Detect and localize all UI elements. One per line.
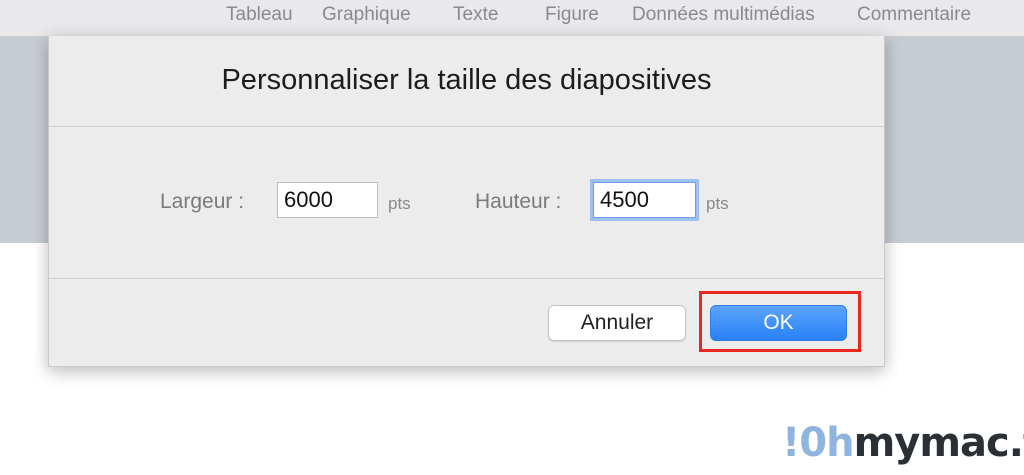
- toolbar-item-texte[interactable]: Texte: [453, 4, 498, 26]
- toolbar: Tableau Graphique Texte Figure Données m…: [0, 0, 1024, 36]
- toolbar-item-donnees-multimedias[interactable]: Données multimédias: [632, 4, 815, 26]
- title-divider: [49, 126, 884, 127]
- button-divider: [49, 278, 884, 279]
- height-label: Hauteur :: [475, 190, 562, 213]
- height-unit-label: pts: [706, 194, 729, 213]
- toolbar-item-tableau[interactable]: Tableau: [226, 4, 293, 26]
- site-watermark-logo: !0hmymac.fr: [782, 420, 1024, 466]
- width-field[interactable]: [277, 182, 378, 218]
- dialog-title: Personnaliser la taille des diapositives: [221, 64, 712, 96]
- toolbar-item-figure[interactable]: Figure: [545, 4, 599, 26]
- width-label: Largeur :: [160, 190, 245, 213]
- width-unit-label: pts: [388, 194, 411, 213]
- watermark-text: mymac.fr: [853, 420, 1024, 466]
- cancel-button[interactable]: Annuler: [548, 305, 686, 341]
- ok-highlight-annotation: [699, 291, 861, 352]
- height-field[interactable]: [593, 182, 696, 218]
- watermark-mark: !0h: [782, 420, 855, 466]
- toolbar-item-graphique[interactable]: Graphique: [322, 4, 411, 26]
- toolbar-item-commentaire[interactable]: Commentaire: [857, 4, 971, 26]
